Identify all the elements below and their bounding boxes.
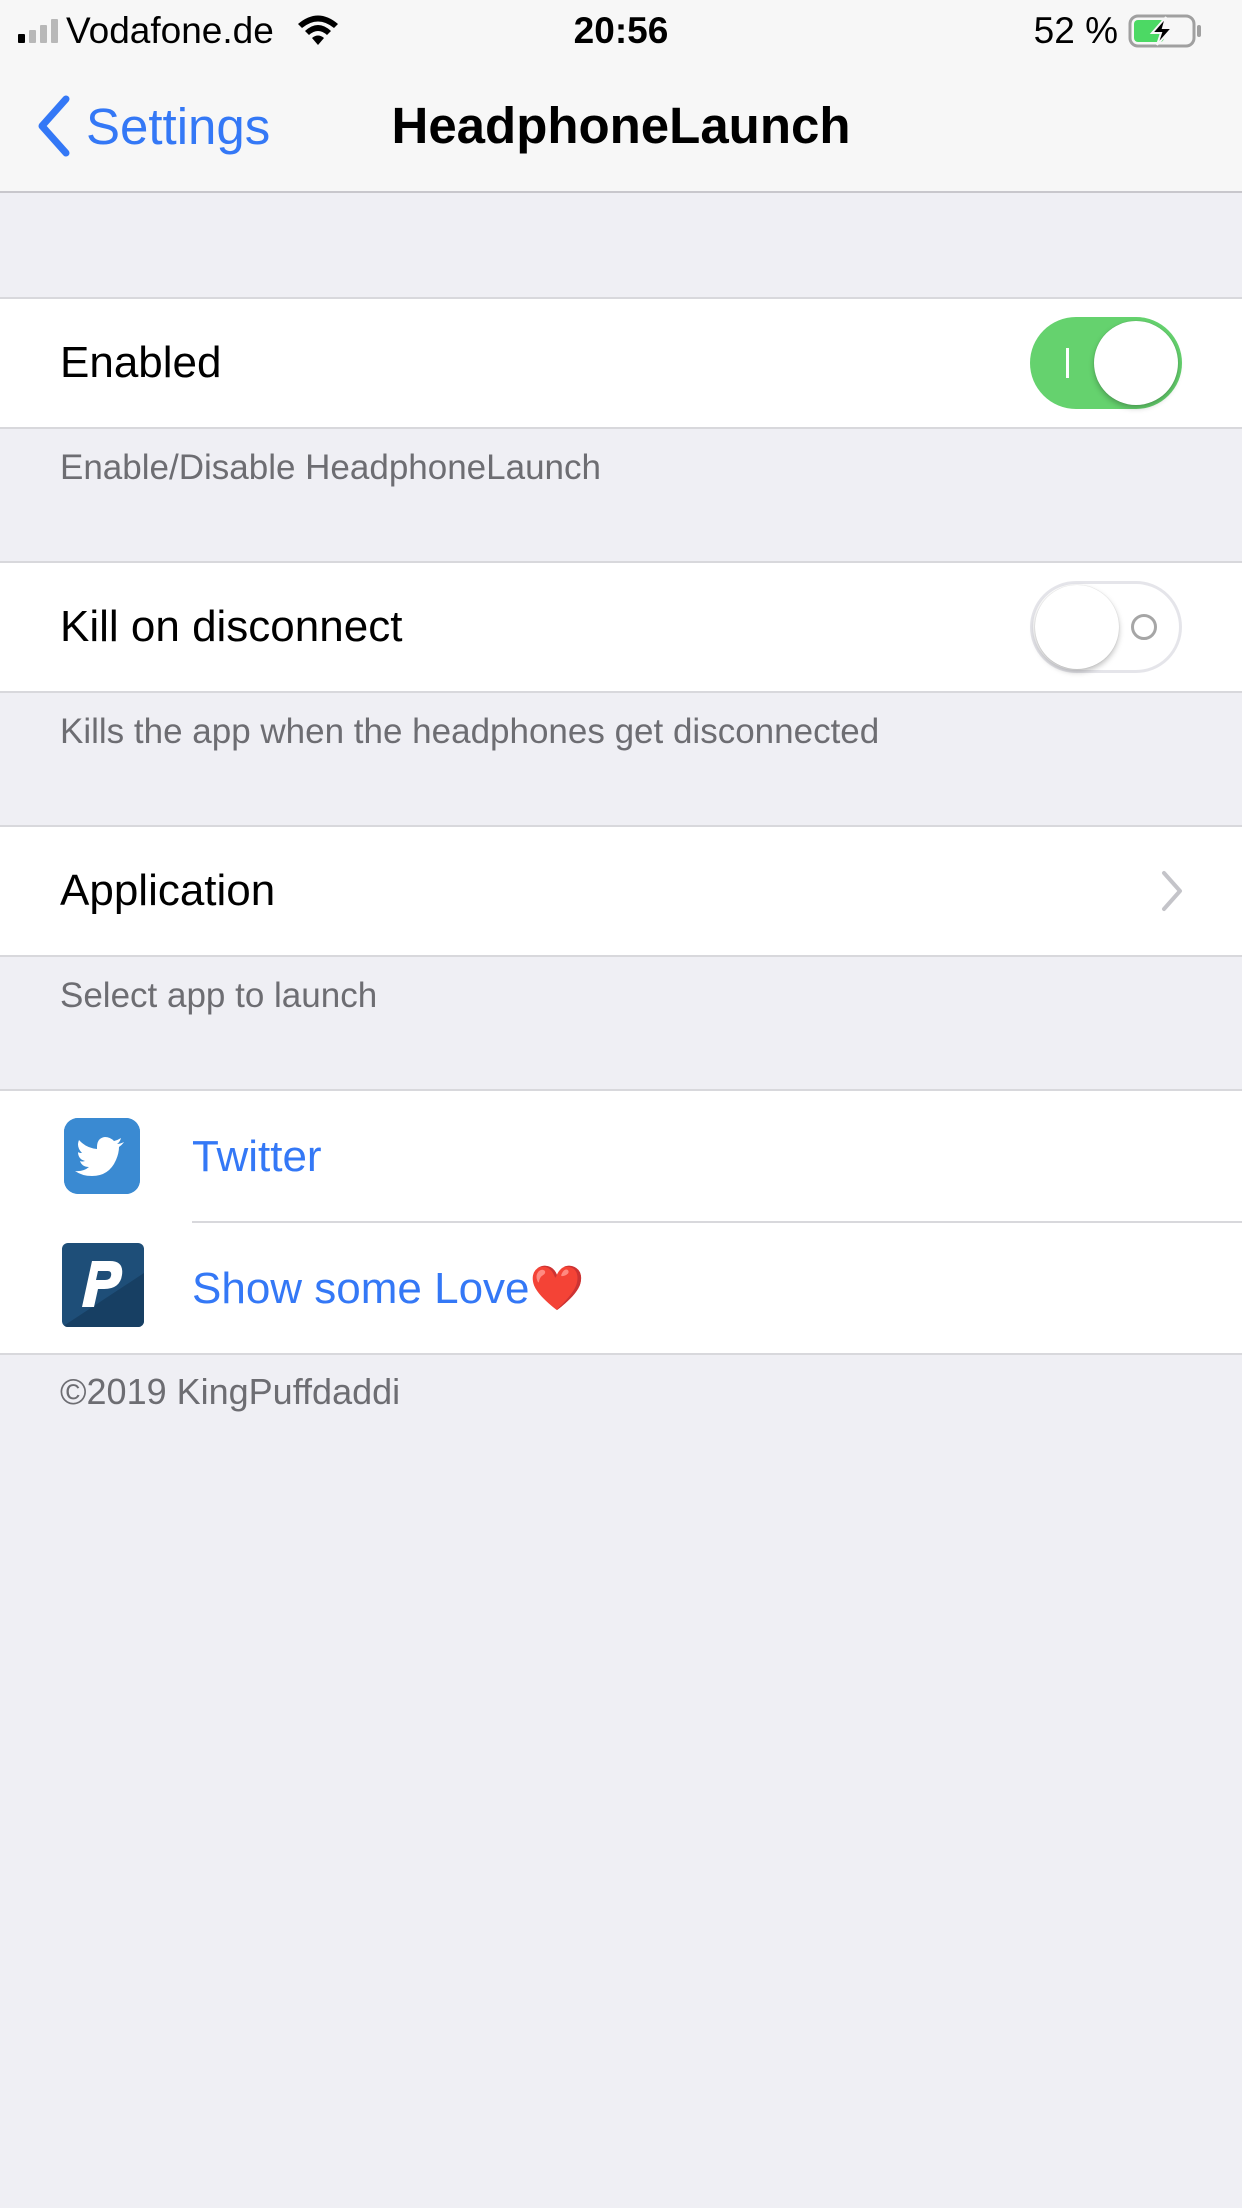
battery-percent: 52 % [1033, 10, 1118, 51]
battery-group: 52 % [1034, 8, 1204, 54]
enabled-toggle[interactable] [1030, 317, 1182, 409]
toggle-off-mark [1131, 614, 1157, 640]
twitter-link: Twitter [192, 1132, 322, 1181]
application-footer: Select app to launch [60, 976, 378, 1015]
donate-link-label: Show some Love [192, 1264, 530, 1313]
heart-emoji: ❤️ [529, 1264, 585, 1313]
paypal-icon [62, 1243, 144, 1327]
copyright-text: ©2019 KingPuffdaddi [60, 1371, 401, 1412]
application-label: Application [60, 866, 276, 915]
navigation-bar: Settings HeadphoneLaunch [0, 62, 1242, 193]
kill-on-disconnect-row: Kill on disconnect [0, 561, 1242, 693]
battery-charging-icon [1128, 14, 1201, 48]
enabled-footer: Enable/Disable HeadphoneLaunch [60, 448, 601, 487]
application-row[interactable]: Application [0, 825, 1242, 957]
toggle-on-mark [1066, 348, 1069, 378]
donate-row[interactable]: Show some Love❤️ [0, 1223, 1242, 1353]
twitter-row[interactable]: Twitter [0, 1091, 1242, 1221]
enabled-label: Enabled [60, 338, 222, 387]
kill-on-disconnect-toggle[interactable] [1030, 581, 1182, 673]
twitter-icon [64, 1118, 140, 1194]
chevron-right-icon [1162, 871, 1182, 911]
kill-on-disconnect-footer: Kills the app when the headphones get di… [60, 712, 880, 751]
links-group: Twitter Show some Love❤️ [0, 1089, 1242, 1355]
kill-on-disconnect-label: Kill on disconnect [60, 602, 403, 651]
enabled-row: Enabled [0, 297, 1242, 429]
toggle-knob [1094, 321, 1178, 405]
status-bar: Vodafone.de 20:56 52 % [0, 0, 1242, 62]
toggle-knob [1035, 585, 1119, 669]
donate-link: Show some Love❤️ [192, 1261, 584, 1317]
page-title: HeadphoneLaunch [391, 97, 851, 154]
